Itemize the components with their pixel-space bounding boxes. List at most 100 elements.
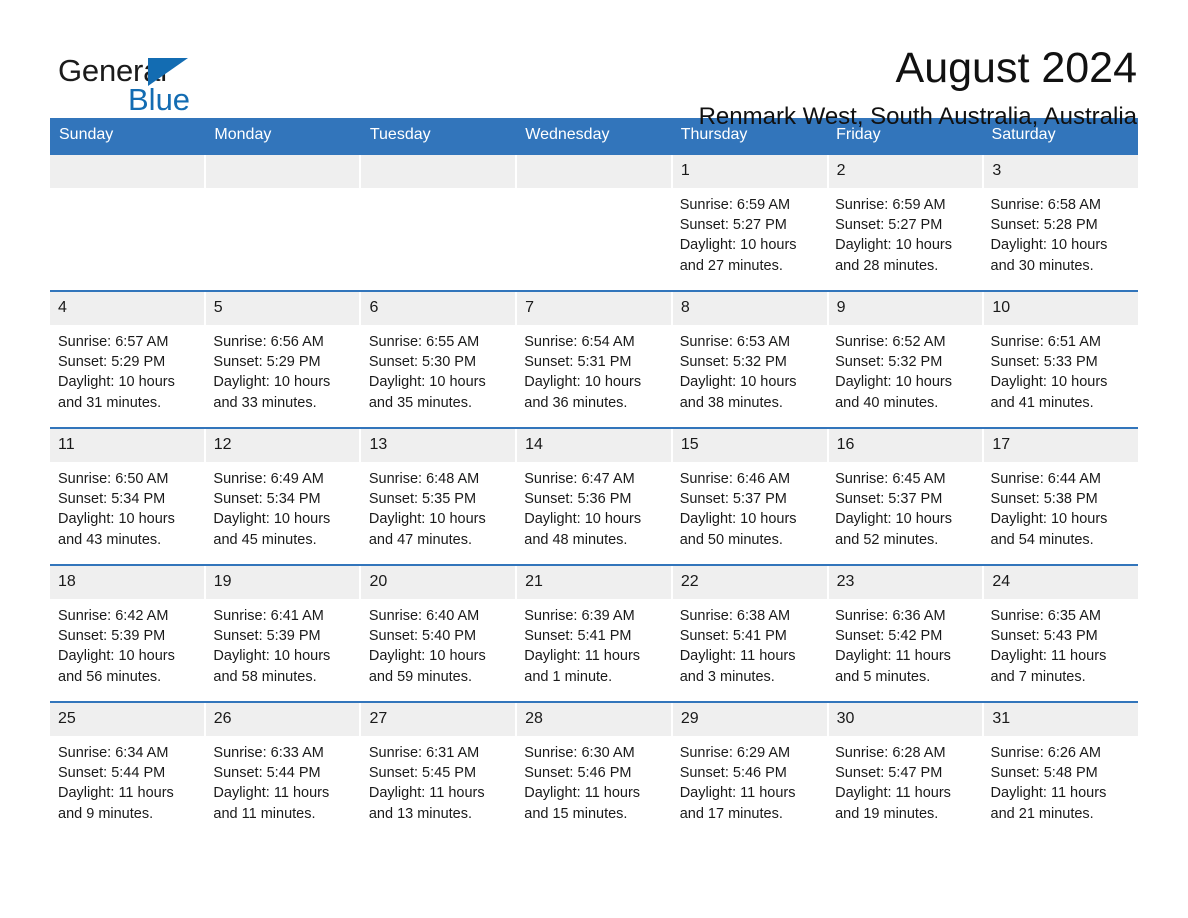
day-cell[interactable] — [361, 188, 516, 290]
day-cell[interactable]: Sunrise: 6:55 AM Sunset: 5:30 PM Dayligh… — [361, 325, 516, 427]
day-number: 22 — [673, 566, 829, 599]
week-detail-row: Sunrise: 6:57 AM Sunset: 5:29 PM Dayligh… — [50, 325, 1138, 427]
daylight-text-line2: and 43 minutes. — [58, 531, 162, 548]
sunset-text: Sunset: 5:27 PM — [679, 217, 787, 234]
sunset-text: Sunset: 5:35 PM — [368, 491, 477, 508]
day-cell[interactable]: Sunrise: 6:45 AM Sunset: 5:37 PM Dayligh… — [827, 462, 982, 564]
daylight-text-line2: and 59 minutes. — [368, 668, 473, 685]
week-detail-row: Sunrise: 6:34 AM Sunset: 5:44 PM Dayligh… — [50, 736, 1138, 836]
day-cell[interactable]: Sunrise: 6:49 AM Sunset: 5:34 PM Dayligh… — [205, 462, 360, 564]
day-number: 8 — [673, 292, 829, 325]
day-number — [517, 155, 673, 188]
daylight-text-line1: Daylight: 10 hours — [524, 511, 642, 528]
calendar-page: General Blue August 2024 Renmark West, S… — [0, 0, 1188, 918]
day-cell[interactable]: Sunrise: 6:29 AM Sunset: 5:46 PM Dayligh… — [672, 736, 827, 836]
sunrise-text: Sunrise: 6:47 AM — [524, 471, 635, 487]
daylight-text-line1: Daylight: 10 hours — [990, 237, 1108, 254]
daylight-text-line2: and 41 minutes. — [990, 394, 1094, 411]
day-cell[interactable]: Sunrise: 6:54 AM Sunset: 5:31 PM Dayligh… — [516, 325, 671, 427]
day-number — [361, 155, 518, 188]
day-cell[interactable]: Sunrise: 6:44 AM Sunset: 5:38 PM Dayligh… — [983, 462, 1138, 564]
daylight-text-line1: Daylight: 11 hours — [679, 785, 796, 802]
day-cell[interactable]: Sunrise: 6:51 AM Sunset: 5:33 PM Dayligh… — [983, 325, 1138, 427]
weekday-header-tuesday: Tuesday — [369, 126, 431, 143]
day-cell[interactable]: Sunrise: 6:59 AM Sunset: 5:27 PM Dayligh… — [827, 188, 982, 290]
sunrise-text: Sunrise: 6:42 AM — [58, 608, 169, 624]
day-cell[interactable]: Sunrise: 6:39 AM Sunset: 5:41 PM Dayligh… — [516, 599, 671, 701]
sunset-text: Sunset: 5:41 PM — [679, 628, 787, 645]
day-number: 12 — [206, 429, 362, 462]
day-cell[interactable]: Sunrise: 6:58 AM Sunset: 5:28 PM Dayligh… — [983, 188, 1138, 290]
day-cell[interactable]: Sunrise: 6:53 AM Sunset: 5:32 PM Dayligh… — [672, 325, 827, 427]
sunset-text: Sunset: 5:37 PM — [835, 491, 943, 508]
daylight-text-line1: Daylight: 11 hours — [524, 648, 641, 665]
day-number: 2 — [829, 155, 985, 188]
sunset-text: Sunset: 5:32 PM — [835, 354, 943, 371]
daylight-text-line2: and 52 minutes. — [835, 531, 939, 548]
calendar-table: Sunday Monday Tuesday Wednesday Thursday… — [50, 118, 1138, 836]
daylight-text-line1: Daylight: 11 hours — [835, 785, 951, 802]
day-number: 23 — [829, 566, 985, 599]
sunset-text: Sunset: 5:31 PM — [524, 354, 632, 371]
day-cell[interactable]: Sunrise: 6:56 AM Sunset: 5:29 PM Dayligh… — [205, 325, 360, 427]
daylight-text-line1: Daylight: 11 hours — [679, 648, 796, 665]
sunset-text: Sunset: 5:46 PM — [524, 765, 632, 782]
day-cell[interactable]: Sunrise: 6:36 AM Sunset: 5:42 PM Dayligh… — [827, 599, 982, 701]
day-cell[interactable]: Sunrise: 6:26 AM Sunset: 5:48 PM Dayligh… — [983, 736, 1138, 836]
sunrise-text: Sunrise: 6:33 AM — [213, 745, 324, 761]
daylight-text-line2: and 3 minutes. — [679, 668, 775, 685]
day-number: 27 — [361, 703, 518, 736]
daylight-text-line1: Daylight: 11 hours — [990, 648, 1107, 665]
day-cell[interactable]: Sunrise: 6:40 AM Sunset: 5:40 PM Dayligh… — [361, 599, 516, 701]
weekday-header-wednesday: Wednesday — [525, 126, 610, 143]
day-number: 5 — [206, 292, 362, 325]
sunset-text: Sunset: 5:45 PM — [368, 765, 477, 782]
daylight-text-line1: Daylight: 11 hours — [990, 785, 1107, 802]
daylight-text-line1: Daylight: 10 hours — [368, 374, 486, 391]
general-blue-logo[interactable]: General Blue — [50, 44, 200, 116]
daylight-text-line2: and 38 minutes. — [679, 394, 783, 411]
day-cell[interactable]: Sunrise: 6:30 AM Sunset: 5:46 PM Dayligh… — [516, 736, 671, 836]
sunset-text: Sunset: 5:38 PM — [990, 491, 1098, 508]
daylight-text-line2: and 31 minutes. — [58, 394, 162, 411]
daylight-text-line1: Daylight: 10 hours — [835, 374, 952, 391]
daylight-text-line1: Daylight: 10 hours — [835, 511, 952, 528]
sunset-text: Sunset: 5:39 PM — [213, 628, 321, 645]
day-cell[interactable]: Sunrise: 6:28 AM Sunset: 5:47 PM Dayligh… — [827, 736, 982, 836]
day-number: 25 — [50, 703, 206, 736]
week-date-band: 25 26 27 28 29 30 31 — [50, 703, 1138, 736]
sunset-text: Sunset: 5:28 PM — [990, 217, 1098, 234]
day-cell[interactable]: Sunrise: 6:38 AM Sunset: 5:41 PM Dayligh… — [672, 599, 827, 701]
weekday-header-monday: Monday — [214, 126, 272, 143]
weekday-header-friday: Friday — [836, 126, 881, 143]
daylight-text-line1: Daylight: 10 hours — [679, 374, 797, 391]
day-cell[interactable]: Sunrise: 6:42 AM Sunset: 5:39 PM Dayligh… — [50, 599, 205, 701]
day-cell[interactable] — [516, 188, 671, 290]
day-cell[interactable]: Sunrise: 6:52 AM Sunset: 5:32 PM Dayligh… — [827, 325, 982, 427]
sunset-text: Sunset: 5:37 PM — [679, 491, 787, 508]
daylight-text-line2: and 13 minutes. — [368, 805, 473, 822]
day-cell[interactable]: Sunrise: 6:57 AM Sunset: 5:29 PM Dayligh… — [50, 325, 205, 427]
day-cell[interactable]: Sunrise: 6:48 AM Sunset: 5:35 PM Dayligh… — [361, 462, 516, 564]
day-cell[interactable]: Sunrise: 6:31 AM Sunset: 5:45 PM Dayligh… — [361, 736, 516, 836]
sunset-text: Sunset: 5:46 PM — [679, 765, 787, 782]
week-detail-row: Sunrise: 6:50 AM Sunset: 5:34 PM Dayligh… — [50, 462, 1138, 564]
sunrise-text: Sunrise: 6:50 AM — [58, 471, 169, 487]
day-cell[interactable]: Sunrise: 6:35 AM Sunset: 5:43 PM Dayligh… — [983, 599, 1138, 701]
day-cell[interactable]: Sunrise: 6:41 AM Sunset: 5:39 PM Dayligh… — [205, 599, 360, 701]
sunset-text: Sunset: 5:48 PM — [990, 765, 1098, 782]
daylight-text-line2: and 54 minutes. — [990, 531, 1094, 548]
sunrise-text: Sunrise: 6:58 AM — [990, 197, 1101, 213]
day-cell[interactable]: Sunrise: 6:46 AM Sunset: 5:37 PM Dayligh… — [672, 462, 827, 564]
day-cell[interactable]: Sunrise: 6:47 AM Sunset: 5:36 PM Dayligh… — [516, 462, 671, 564]
day-cell[interactable]: Sunrise: 6:34 AM Sunset: 5:44 PM Dayligh… — [50, 736, 205, 836]
day-cell[interactable]: Sunrise: 6:33 AM Sunset: 5:44 PM Dayligh… — [205, 736, 360, 836]
day-cell[interactable] — [205, 188, 360, 290]
sunset-text: Sunset: 5:29 PM — [213, 354, 321, 371]
week-detail-row: Sunrise: 6:59 AM Sunset: 5:27 PM Dayligh… — [50, 188, 1138, 290]
sunrise-text: Sunrise: 6:30 AM — [524, 745, 635, 761]
daylight-text-line2: and 40 minutes. — [835, 394, 939, 411]
day-cell[interactable]: Sunrise: 6:59 AM Sunset: 5:27 PM Dayligh… — [672, 188, 827, 290]
day-cell[interactable]: Sunrise: 6:50 AM Sunset: 5:34 PM Dayligh… — [50, 462, 205, 564]
day-cell[interactable] — [50, 188, 205, 290]
